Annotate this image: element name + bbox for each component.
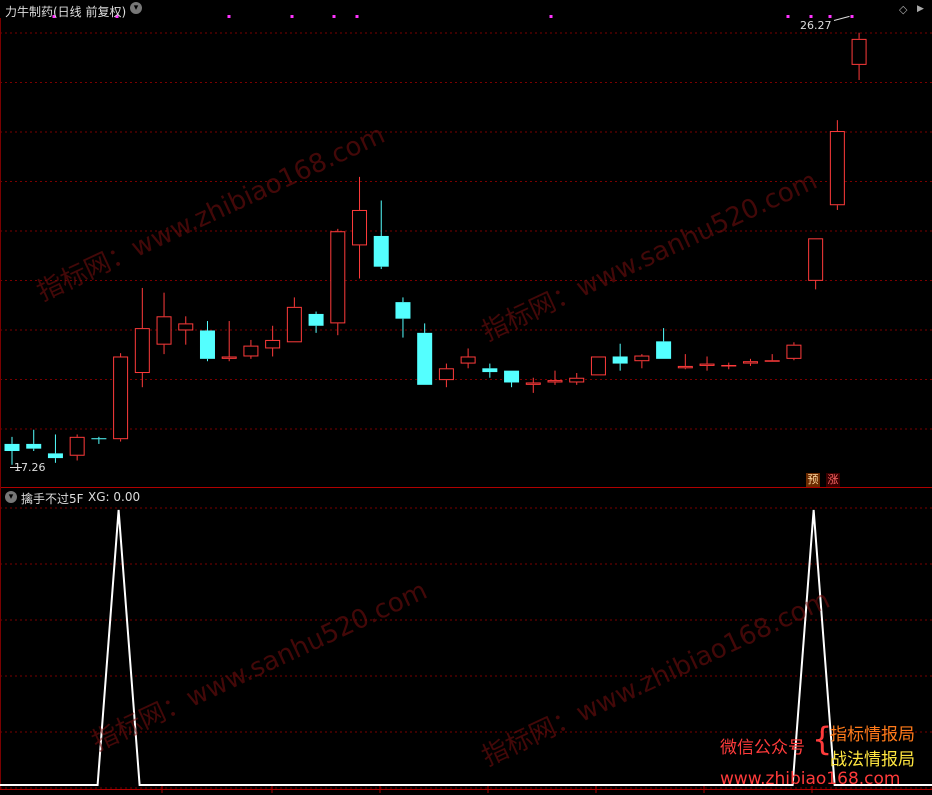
candle — [438, 363, 454, 388]
chevron-down-icon[interactable]: ▾ — [130, 2, 142, 14]
candle — [569, 373, 585, 385]
signal-dot — [332, 15, 336, 18]
signal-dots — [52, 15, 854, 18]
indicator-collapse-icon[interactable]: ▾ — [5, 491, 17, 503]
candle — [829, 120, 845, 210]
candle — [851, 32, 867, 80]
signal-dot — [355, 15, 359, 18]
signal-dot — [227, 15, 231, 18]
candle — [504, 370, 520, 388]
candle — [764, 354, 780, 362]
candle — [156, 292, 172, 355]
price-grid — [0, 18, 932, 790]
candle — [69, 434, 85, 461]
signal-dot — [850, 15, 854, 18]
stock-chart[interactable] — [0, 0, 932, 795]
candle — [178, 316, 194, 345]
candle — [221, 321, 237, 362]
low-price-pointer — [10, 467, 22, 468]
promo-name-2: 战法情报局 — [830, 750, 915, 770]
rise-marker[interactable]: 涨 — [826, 473, 840, 487]
candle — [656, 328, 672, 359]
signal-dot — [809, 15, 813, 18]
candle — [786, 342, 802, 361]
candle — [525, 377, 541, 393]
candle — [199, 321, 215, 362]
candle — [26, 429, 42, 452]
candle — [699, 356, 715, 371]
candle — [634, 354, 650, 369]
candle — [330, 228, 346, 336]
candle — [721, 362, 737, 370]
candle — [742, 358, 758, 366]
candle — [91, 436, 107, 444]
candle — [417, 323, 433, 385]
candle — [113, 353, 129, 442]
indicator-name: 擒手不过5F — [21, 492, 84, 506]
signal-dot — [786, 15, 790, 18]
candle — [808, 238, 824, 290]
candle — [590, 356, 606, 376]
promo-url: www.zhibiao168.com — [720, 769, 901, 789]
high-price-label: 26.27 — [800, 19, 832, 32]
candle — [460, 348, 476, 369]
candle — [395, 297, 411, 338]
pre-marker[interactable]: 预 — [806, 473, 820, 487]
candle — [47, 434, 63, 463]
indicator-xg-value: XG: 0.00 — [88, 490, 141, 504]
candle — [286, 297, 302, 343]
candle — [373, 200, 389, 270]
candle — [612, 343, 628, 371]
candle — [134, 287, 150, 388]
candlestick-series — [4, 32, 867, 465]
candle — [243, 339, 259, 359]
diamond-icon[interactable]: ◇ — [899, 3, 907, 16]
candle — [547, 370, 563, 385]
candle — [352, 176, 368, 279]
promo-wechat: 微信公众号 — [720, 738, 805, 758]
more-arrow-icon[interactable]: ▶ — [917, 4, 924, 14]
signal-dot — [828, 15, 832, 18]
candle — [265, 325, 281, 357]
chart-title: 力牛制药(日线 前复权) — [5, 5, 127, 19]
signal-dot — [290, 15, 294, 18]
signal-dot — [549, 15, 553, 18]
promo-name-1: 指标情报局 — [830, 725, 915, 745]
candle — [677, 354, 693, 370]
candle — [482, 363, 498, 378]
